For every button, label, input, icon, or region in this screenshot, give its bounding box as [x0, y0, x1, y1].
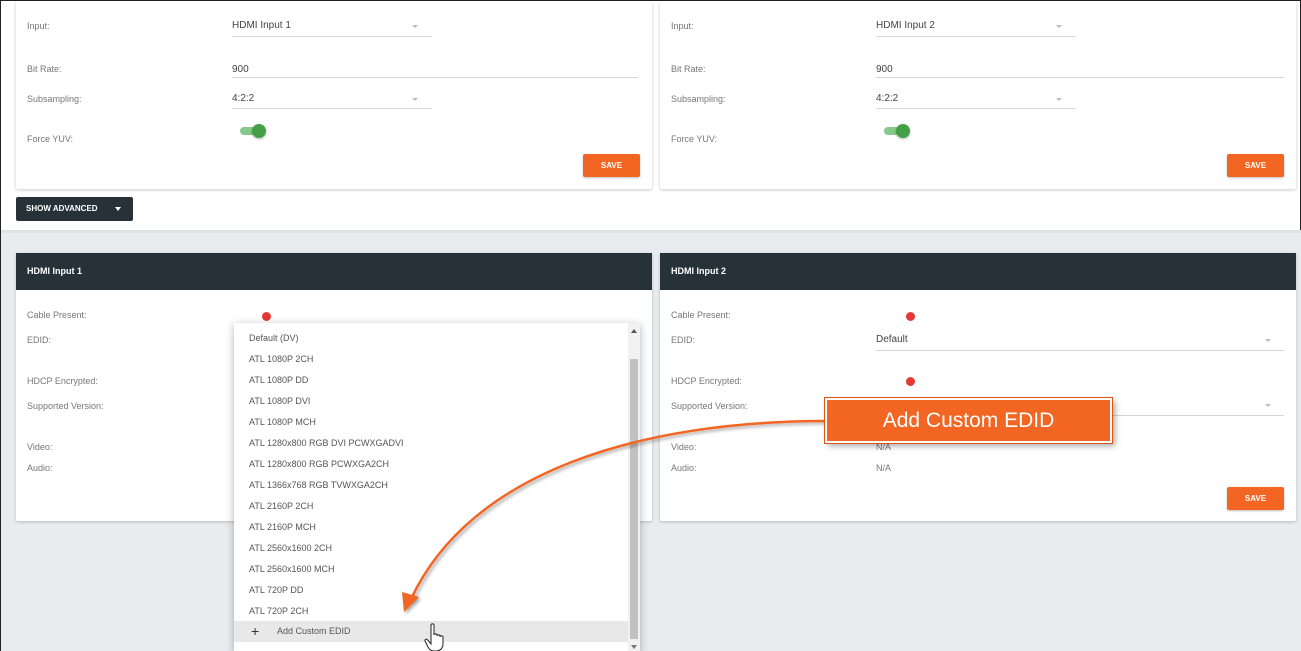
callout-box: Add Custom EDID [824, 397, 1113, 444]
hand-cursor-icon [424, 623, 444, 651]
annotation-arrow [402, 419, 828, 612]
